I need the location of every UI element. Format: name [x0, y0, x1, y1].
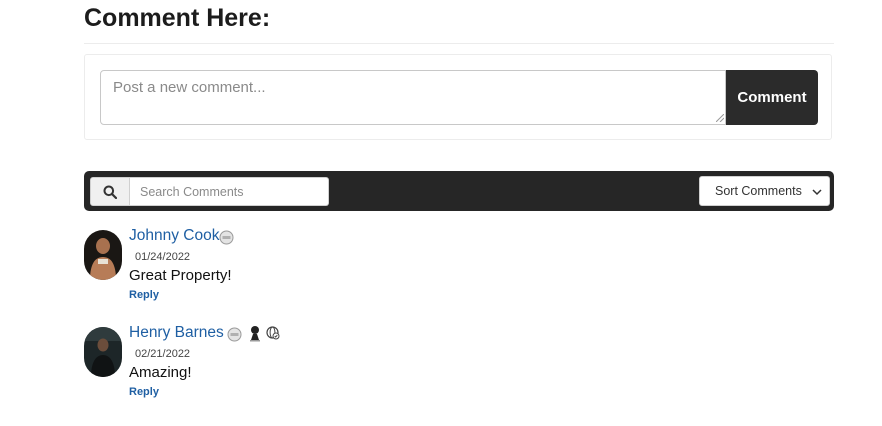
comment-date: 01/24/2022	[135, 251, 191, 263]
sort-comments-label: Sort Comments	[715, 184, 802, 198]
search-button[interactable]	[90, 177, 130, 206]
globe-check-icon	[266, 326, 280, 340]
award-figure-icon	[250, 326, 260, 342]
title-divider	[84, 43, 834, 44]
resize-grip-icon[interactable]	[716, 114, 724, 122]
avatar[interactable]	[84, 230, 122, 280]
avatar[interactable]	[84, 327, 122, 377]
comment-author-name[interactable]: Henry Barnes	[129, 324, 224, 342]
reply-link[interactable]: Reply	[129, 289, 159, 301]
reply-link[interactable]: Reply	[129, 386, 159, 398]
new-comment-input[interactable]	[100, 70, 726, 125]
level-badge-icon	[219, 230, 234, 245]
search-icon	[103, 185, 117, 199]
comment-submit-button[interactable]: Comment	[726, 70, 818, 125]
sort-comments-select[interactable]: Sort Comments	[699, 176, 830, 206]
comment-text: Great Property!	[129, 267, 232, 284]
comment-date: 02/21/2022	[135, 348, 191, 360]
comment-author-name[interactable]: Johnny Cook	[129, 227, 219, 245]
chevron-down-icon	[812, 189, 822, 196]
search-comments-input[interactable]	[130, 177, 329, 206]
level-badge-icon	[227, 327, 242, 342]
comment-text: Amazing!	[129, 364, 192, 381]
page-title: Comment Here:	[84, 4, 271, 32]
